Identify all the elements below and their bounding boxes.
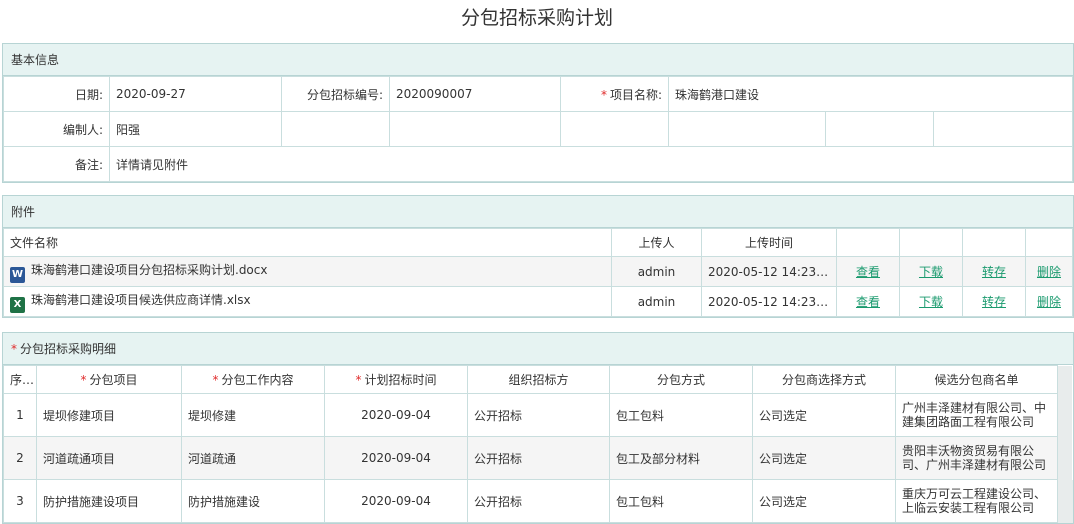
file-name[interactable]: X 珠海鹤港口建设项目候选供应商详情.xlsx — [3, 286, 612, 317]
col-item: * 分包项目 — [36, 365, 182, 394]
detail-table: 序号 * 分包项目 * 分包工作内容 * 计划招标时间 组织招标方 分包方式 分包商选… — [3, 365, 1073, 523]
transfer-link[interactable]: 转存 — [982, 295, 1006, 309]
attachments-panel: 附件 文件名称 上传人 上传时间 W 珠海鹤港口建设项目分包招标采购计划.docx… — [2, 195, 1074, 318]
required-mark: * — [600, 87, 607, 102]
delete-link[interactable]: 删除 — [1037, 265, 1061, 279]
date-value: 2020-09-27 — [109, 76, 282, 112]
basic-info-panel: 基本信息 日期: 2020-09-27 分包招标编号: 2020090007 *… — [2, 43, 1074, 183]
col-candidates: 候选分包商名单 — [895, 365, 1058, 394]
attachment-row: W 珠海鹤港口建设项目分包招标采购计划.docx admin 2020-05-12… — [3, 256, 1073, 287]
empty-cell — [560, 111, 669, 147]
code-value: 2020090007 — [389, 76, 561, 112]
excel-icon: X — [10, 296, 25, 313]
file-time: 2020-05-12 14:23:02 — [701, 256, 837, 287]
delete-link[interactable]: 删除 — [1037, 295, 1061, 309]
required-mark: * — [11, 342, 17, 356]
attachment-row: X 珠海鹤港口建设项目候选供应商详情.xlsx admin 2020-05-12 … — [3, 286, 1073, 317]
date-label: 日期: — [3, 76, 110, 112]
file-time: 2020-05-12 14:23:02 — [701, 286, 837, 317]
project-value: 珠海鹤港口建设 — [668, 76, 1073, 112]
empty-cell — [668, 111, 826, 147]
empty-cell — [825, 111, 934, 147]
remark-value: 详情请见附件 — [109, 146, 1073, 182]
file-uploader: admin — [611, 286, 702, 317]
table-row: 1 堤坝修建项目 堤坝修建 2020-09-04 公开招标 包工包料 公司选定 … — [3, 393, 1073, 437]
attachments-header: 附件 — [3, 196, 1073, 228]
basic-info-table: 日期: 2020-09-27 分包招标编号: 2020090007 * 项目名称:… — [3, 76, 1073, 182]
col-plan-time: * 计划招标时间 — [324, 365, 468, 394]
attachments-table: 文件名称 上传人 上传时间 W 珠海鹤港口建设项目分包招标采购计划.docx ad… — [3, 228, 1073, 317]
project-label: * 项目名称: — [560, 76, 669, 112]
col-select: 分包商选择方式 — [752, 365, 896, 394]
view-link[interactable]: 查看 — [856, 295, 880, 309]
empty-cell — [933, 111, 1073, 147]
author-label: 编制人: — [3, 111, 110, 147]
scrollbar-track[interactable] — [1057, 365, 1073, 394]
col-org: 组织招标方 — [467, 365, 610, 394]
empty-cell — [281, 111, 390, 147]
file-uploader: admin — [611, 256, 702, 287]
view-link[interactable]: 查看 — [856, 265, 880, 279]
file-name[interactable]: W 珠海鹤港口建设项目分包招标采购计划.docx — [3, 256, 612, 287]
word-icon: W — [10, 266, 25, 283]
transfer-link[interactable]: 转存 — [982, 265, 1006, 279]
col-seq: 序号 — [3, 365, 37, 394]
basic-info-header: 基本信息 — [3, 44, 1073, 76]
page-title: 分包招标采购计划 — [460, 7, 613, 29]
col-upload-time: 上传时间 — [701, 228, 837, 257]
download-link[interactable]: 下载 — [919, 295, 943, 309]
table-row: 3 防护措施建设项目 防护措施建设 2020-09-04 公开招标 包工包料 公… — [3, 479, 1073, 523]
code-label: 分包招标编号: — [281, 76, 390, 112]
detail-header: * 分包招标采购明细 — [3, 333, 1073, 365]
table-row: 2 河道疏通项目 河道疏通 2020-09-04 公开招标 包工及部分材料 公司… — [3, 436, 1073, 480]
col-mode: 分包方式 — [609, 365, 753, 394]
col-content: * 分包工作内容 — [181, 365, 325, 394]
detail-panel: * 分包招标采购明细 序号 * 分包项目 * 分包工作内容 * 计划招标时间 组织招标方… — [2, 332, 1074, 524]
remark-label: 备注: — [3, 146, 110, 182]
col-file-name: 文件名称 — [3, 228, 612, 257]
download-link[interactable]: 下载 — [919, 265, 943, 279]
col-uploader: 上传人 — [611, 228, 702, 257]
author-value: 阳强 — [109, 111, 282, 147]
empty-cell — [389, 111, 561, 147]
